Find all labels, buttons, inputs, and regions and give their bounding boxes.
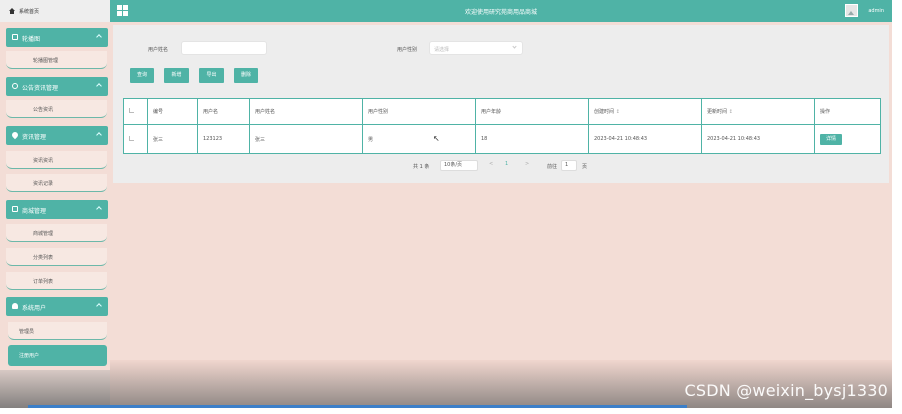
table-cell: 张三: [249, 124, 363, 154]
sidebar-item-registered-users[interactable]: 注册用户: [8, 345, 107, 366]
sidebar-home[interactable]: 系统首页: [0, 0, 110, 22]
detail-button[interactable]: 详情: [820, 133, 842, 145]
table-cell: 2023-04-21 10:48:43: [588, 124, 702, 154]
column-header: 用户名: [197, 98, 250, 125]
table-cell: 123123: [197, 124, 250, 154]
right-edge: [892, 0, 902, 414]
sidebar-group-system-users[interactable]: 系统用户: [6, 297, 108, 316]
bottom-edge: [0, 408, 902, 414]
next-page-button[interactable]: >: [522, 160, 534, 171]
sidebar-item-announcement[interactable]: 公告资讯: [6, 100, 107, 118]
page-unit: 页: [582, 164, 588, 170]
user-name[interactable]: admin: [868, 8, 884, 14]
sidebar-group-label: 系统用户: [22, 305, 47, 312]
sidebar-item-label: 分类列表: [33, 255, 54, 261]
goto-input[interactable]: 1: [561, 160, 577, 171]
sidebar-group-carousel[interactable]: 轮播图: [6, 28, 108, 47]
table-cell: 18: [475, 124, 589, 154]
column-header: 用户姓名: [249, 98, 363, 125]
chevron-up-icon: [96, 132, 102, 138]
sidebar-shadow: [0, 370, 110, 410]
sidebar-item-carousel-manage[interactable]: 轮播图管理: [6, 51, 107, 69]
sidebar-home-label: 系统首页: [19, 9, 40, 15]
sidebar-item-shop-manage[interactable]: 商城管理: [6, 224, 107, 242]
table-cell: 男: [362, 124, 476, 154]
watermark: CSDN @weixin_bysj1330: [684, 381, 888, 400]
sidebar: 系统首页 轮播图 轮播图管理 公告资讯管理 公告资讯 资讯管理 资讯资讯 资讯记…: [0, 0, 110, 414]
table-cell: 张三: [147, 124, 198, 154]
actions-cell: 详情: [814, 124, 881, 154]
goto-label: 前往: [547, 164, 558, 170]
content-panel: 用户姓名 用户性别 请选择 查询 新增 导出 删除 编号 用户名 用户姓名 用户…: [113, 25, 889, 183]
prev-page-button[interactable]: <: [486, 160, 498, 171]
sidebar-item-order-list[interactable]: 订单列表: [6, 272, 107, 290]
sidebar-item-label: 资讯记录: [33, 181, 54, 187]
user-icon: [12, 303, 18, 309]
column-header: 操作: [814, 98, 881, 125]
column-header-sortable[interactable]: 更新时间: [701, 98, 815, 125]
image-icon: [12, 34, 18, 40]
export-button[interactable]: 导出: [199, 68, 224, 83]
sidebar-group-news[interactable]: 资讯管理: [6, 126, 108, 145]
sidebar-item-label: 公告资讯: [33, 107, 54, 113]
location-icon: [10, 130, 20, 140]
users-table: 编号 用户名 用户姓名 用户性别 用户年龄 创建时间 更新时间 操作 张三 12…: [123, 98, 881, 154]
username-input[interactable]: [181, 41, 267, 55]
sidebar-item-label: 订单列表: [33, 279, 54, 285]
column-header: 编号: [147, 98, 198, 125]
cart-icon: [12, 206, 18, 212]
sidebar-item-category-list[interactable]: 分类列表: [6, 248, 107, 266]
sidebar-item-label: 轮播图管理: [33, 58, 59, 64]
column-header-sortable[interactable]: 创建时间: [588, 98, 702, 125]
sidebar-item-news-record[interactable]: 资讯记录: [6, 174, 107, 192]
sidebar-item-admin[interactable]: 管理员: [8, 322, 107, 340]
delete-button[interactable]: 删除: [234, 68, 258, 83]
sidebar-group-label: 资讯管理: [22, 134, 47, 141]
header-title: 欢迎使用研究苑商用品商城: [464, 9, 537, 16]
sidebar-item-news[interactable]: 资讯资讯: [6, 151, 107, 169]
checkbox-icon[interactable]: [129, 135, 134, 141]
username-label: 用户姓名: [148, 47, 169, 53]
add-button[interactable]: 新增: [164, 68, 189, 83]
sidebar-item-label: 商城管理: [33, 231, 54, 237]
sidebar-group-label: 商城管理: [22, 208, 47, 215]
chevron-up-icon: [96, 34, 102, 40]
sidebar-item-label: 资讯资讯: [33, 158, 54, 164]
gender-select[interactable]: 请选择: [429, 41, 523, 55]
sidebar-group-shop[interactable]: 商城管理: [6, 200, 108, 219]
column-header: 用户年龄: [475, 98, 589, 125]
page-number[interactable]: 1: [502, 160, 517, 171]
checkbox-icon[interactable]: [129, 108, 134, 113]
gender-placeholder: 请选择: [434, 47, 450, 53]
table-header-row: 编号 用户名 用户姓名 用户性别 用户年龄 创建时间 更新时间 操作: [123, 98, 881, 125]
sidebar-group-label: 轮播图: [22, 36, 41, 43]
avatar[interactable]: [845, 4, 858, 17]
info-icon: [12, 83, 18, 89]
home-icon: [9, 8, 15, 14]
chevron-down-icon: [512, 44, 517, 49]
page-size-select[interactable]: 10条/页: [440, 160, 478, 171]
row-select[interactable]: [123, 124, 148, 154]
sidebar-item-label: 注册用户: [19, 353, 40, 359]
gender-label: 用户性别: [397, 47, 418, 53]
sidebar-item-label: 管理员: [19, 329, 35, 335]
sidebar-group-label: 公告资讯管理: [22, 85, 59, 92]
chevron-up-icon: [96, 303, 102, 309]
chevron-up-icon: [96, 83, 102, 89]
column-header: 用户性别: [362, 98, 476, 125]
mouse-cursor-icon: ↖: [433, 134, 440, 143]
select-all-header[interactable]: [123, 98, 148, 125]
total-count: 共 1 条: [413, 164, 430, 170]
scrollbar[interactable]: [28, 405, 687, 408]
table-cell: 2023-04-21 10:48:43: [701, 124, 815, 154]
top-bar: 欢迎使用研究苑商用品商城 admin: [110, 0, 892, 22]
sidebar-group-announcement[interactable]: 公告资讯管理: [6, 77, 108, 96]
chevron-up-icon: [96, 206, 102, 212]
query-button[interactable]: 查询: [130, 68, 154, 83]
table-row: 张三 123123 张三 男 18 2023-04-21 10:48:43 20…: [123, 124, 881, 154]
